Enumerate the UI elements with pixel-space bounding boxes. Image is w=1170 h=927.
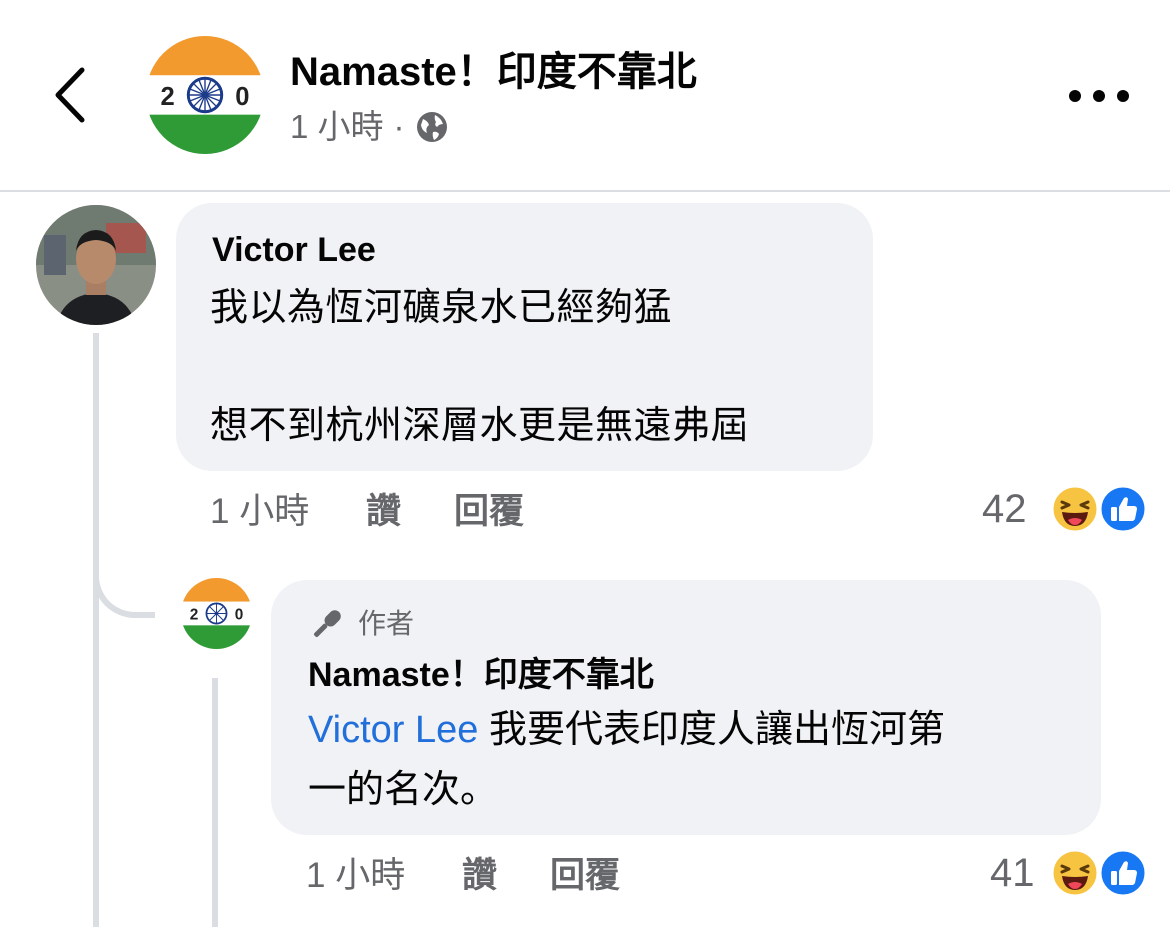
post-meta: 1 小時 ·	[290, 104, 449, 150]
svg-text:2: 2	[190, 606, 199, 623]
reply-thread-line	[212, 678, 218, 927]
comment-text-line: 想不到杭州深層水更是無遠弗屆	[210, 405, 750, 447]
comment-time[interactable]: 1 小時	[210, 488, 309, 536]
author-badge-label: 作者	[358, 608, 415, 639]
reply-reaction-icons[interactable]	[1050, 848, 1150, 898]
like-button[interactable]: 讚	[366, 488, 401, 536]
reply-text: 我要代表印度人讓出恆河第	[478, 709, 945, 751]
reaction-count[interactable]: 42	[982, 484, 1027, 534]
svg-text:2: 2	[161, 83, 175, 111]
meta-separator: ·	[393, 108, 405, 145]
header-divider	[0, 190, 1170, 192]
comment-author[interactable]: Victor Lee	[212, 227, 376, 273]
reply-author-avatar[interactable]: 2 0	[181, 578, 252, 649]
like-icon	[1098, 848, 1148, 898]
reaction-icons[interactable]	[1050, 484, 1150, 534]
reply-reply-button[interactable]: 回覆	[550, 852, 620, 900]
reply-text-line: 一的名次。	[308, 769, 499, 811]
reply-label: 回覆	[550, 856, 621, 895]
reply-time[interactable]: 1 小時	[306, 852, 405, 900]
haha-icon	[1050, 848, 1100, 898]
svg-text:0: 0	[235, 606, 244, 623]
reply-reaction-count[interactable]: 41	[990, 848, 1035, 898]
svg-text:0: 0	[235, 83, 249, 111]
comment-text-line: 我以為恆河礦泉水已經夠猛	[210, 287, 673, 329]
globe-icon	[416, 112, 447, 142]
reply-button[interactable]: 回覆	[454, 488, 524, 536]
thread-branch-line	[93, 540, 155, 618]
reply-label: 回覆	[454, 492, 525, 531]
reply-author[interactable]: Namaste！印度不靠北	[308, 652, 654, 698]
like-label: 讚	[462, 856, 498, 895]
like-label: 讚	[366, 492, 402, 531]
reply-text-line: Victor Lee 我要代表印度人讓出恆河第	[308, 704, 945, 756]
page-name[interactable]: Namaste！印度不靠北	[290, 44, 697, 100]
reply-like-button[interactable]: 讚	[462, 852, 497, 900]
back-button[interactable]	[40, 60, 100, 130]
more-horizontal-icon	[1069, 90, 1129, 102]
commenter-avatar[interactable]	[36, 205, 156, 325]
chevron-left-icon	[55, 67, 85, 123]
like-icon	[1098, 484, 1148, 534]
more-options-button[interactable]	[1060, 76, 1138, 116]
author-badge: 作者	[308, 604, 414, 644]
thread-line	[93, 333, 99, 927]
page-avatar[interactable]: 2 0	[146, 36, 264, 154]
haha-icon	[1050, 484, 1100, 534]
post-time[interactable]: 1 小時	[290, 104, 384, 150]
mention-link[interactable]: Victor Lee	[308, 709, 478, 751]
microphone-icon	[314, 610, 341, 637]
